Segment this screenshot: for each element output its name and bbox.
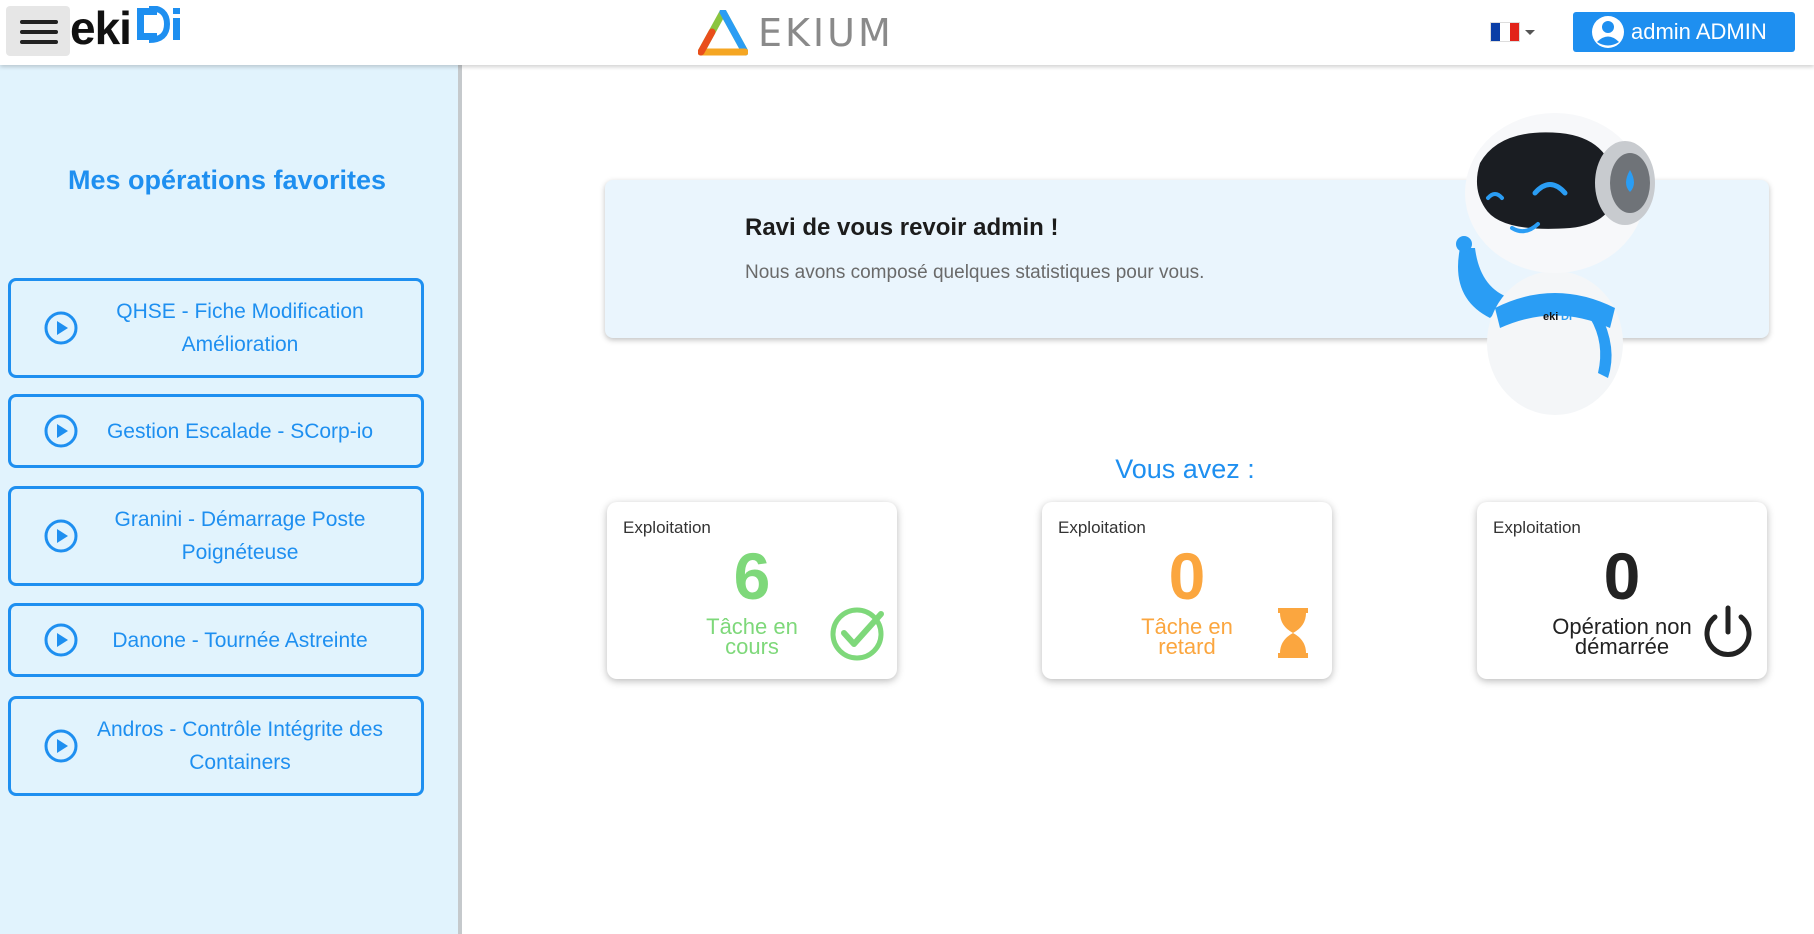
- stat-card-category: Exploitation: [623, 518, 711, 537]
- stat-card-value: 0: [1168, 539, 1206, 613]
- account-circle-icon: [1592, 16, 1624, 48]
- top-header: eki Di EKIUM admin ADMIN: [0, 0, 1814, 65]
- hourglass-icon: [1278, 608, 1308, 658]
- language-selector[interactable]: [1490, 22, 1535, 42]
- stat-card-label: Opération non démarrée: [1552, 614, 1692, 659]
- favorite-item-danone[interactable]: Danone - Tournée Astreinte: [8, 603, 424, 677]
- stat-card-operations-not-started[interactable]: Exploitation 0 Opération non démarrée: [1477, 502, 1767, 679]
- welcome-subtitle: Nous avons composé quelques statistiques…: [745, 262, 1205, 283]
- hamburger-menu-icon[interactable]: [6, 6, 70, 56]
- stat-card-category: Exploitation: [1493, 518, 1581, 537]
- play-circle-icon: [44, 311, 78, 345]
- logo-text: eki: [70, 2, 132, 54]
- favorites-title: Mes opérations favorites: [67, 165, 387, 195]
- play-circle-icon: [44, 623, 78, 657]
- favorite-item-granini[interactable]: Granini - Démarrage Poste Poignéteuse: [8, 486, 424, 586]
- favorite-item-qhse[interactable]: QHSE - Fiche Modification Amélioration: [8, 278, 424, 378]
- stat-card-label: Tâche en retard: [1141, 614, 1233, 659]
- play-circle-icon: [44, 519, 78, 553]
- check-circle-icon: [830, 607, 884, 661]
- robot-mascot-image: eki Di: [1456, 113, 1655, 415]
- france-flag-icon: [1490, 22, 1520, 42]
- ekidi-logo[interactable]: eki Di: [70, 2, 183, 54]
- ekium-logo-text: EKIUM: [758, 11, 894, 55]
- svg-text:Di: Di: [1561, 311, 1572, 323]
- logo-di-mark: [136, 6, 180, 43]
- stats-heading: Vous avez :: [1115, 454, 1255, 484]
- power-icon: [1704, 605, 1752, 657]
- stat-card-label: Tâche en cours: [706, 614, 798, 659]
- favorite-item-escalade[interactable]: Gestion Escalade - SCorp-io: [8, 394, 424, 468]
- play-circle-icon: [44, 729, 78, 763]
- stat-card-value: 0: [1603, 539, 1641, 613]
- user-account-button[interactable]: admin ADMIN: [1573, 12, 1795, 52]
- chevron-down-icon: [1525, 29, 1535, 35]
- stat-card-tasks-in-progress[interactable]: Exploitation 6 Tâche en cours: [607, 502, 897, 679]
- favorites-sidebar: Mes opérations favorites QHSE - Fiche Mo…: [0, 65, 462, 934]
- welcome-title: Ravi de vous revoir admin !: [745, 214, 1059, 241]
- play-circle-icon: [44, 414, 78, 448]
- stat-card-category: Exploitation: [1058, 518, 1146, 537]
- stat-card-value: 6: [733, 539, 771, 613]
- svg-text:eki: eki: [1543, 311, 1558, 323]
- user-name: admin ADMIN: [1631, 19, 1767, 44]
- favorite-item-andros[interactable]: Andros - Contrôle Intégrite des Containe…: [8, 696, 424, 796]
- stat-card-tasks-late[interactable]: Exploitation 0 Tâche en retard: [1042, 502, 1332, 679]
- ekium-logo: EKIUM: [698, 8, 894, 58]
- ekium-logo-mark: [698, 10, 748, 56]
